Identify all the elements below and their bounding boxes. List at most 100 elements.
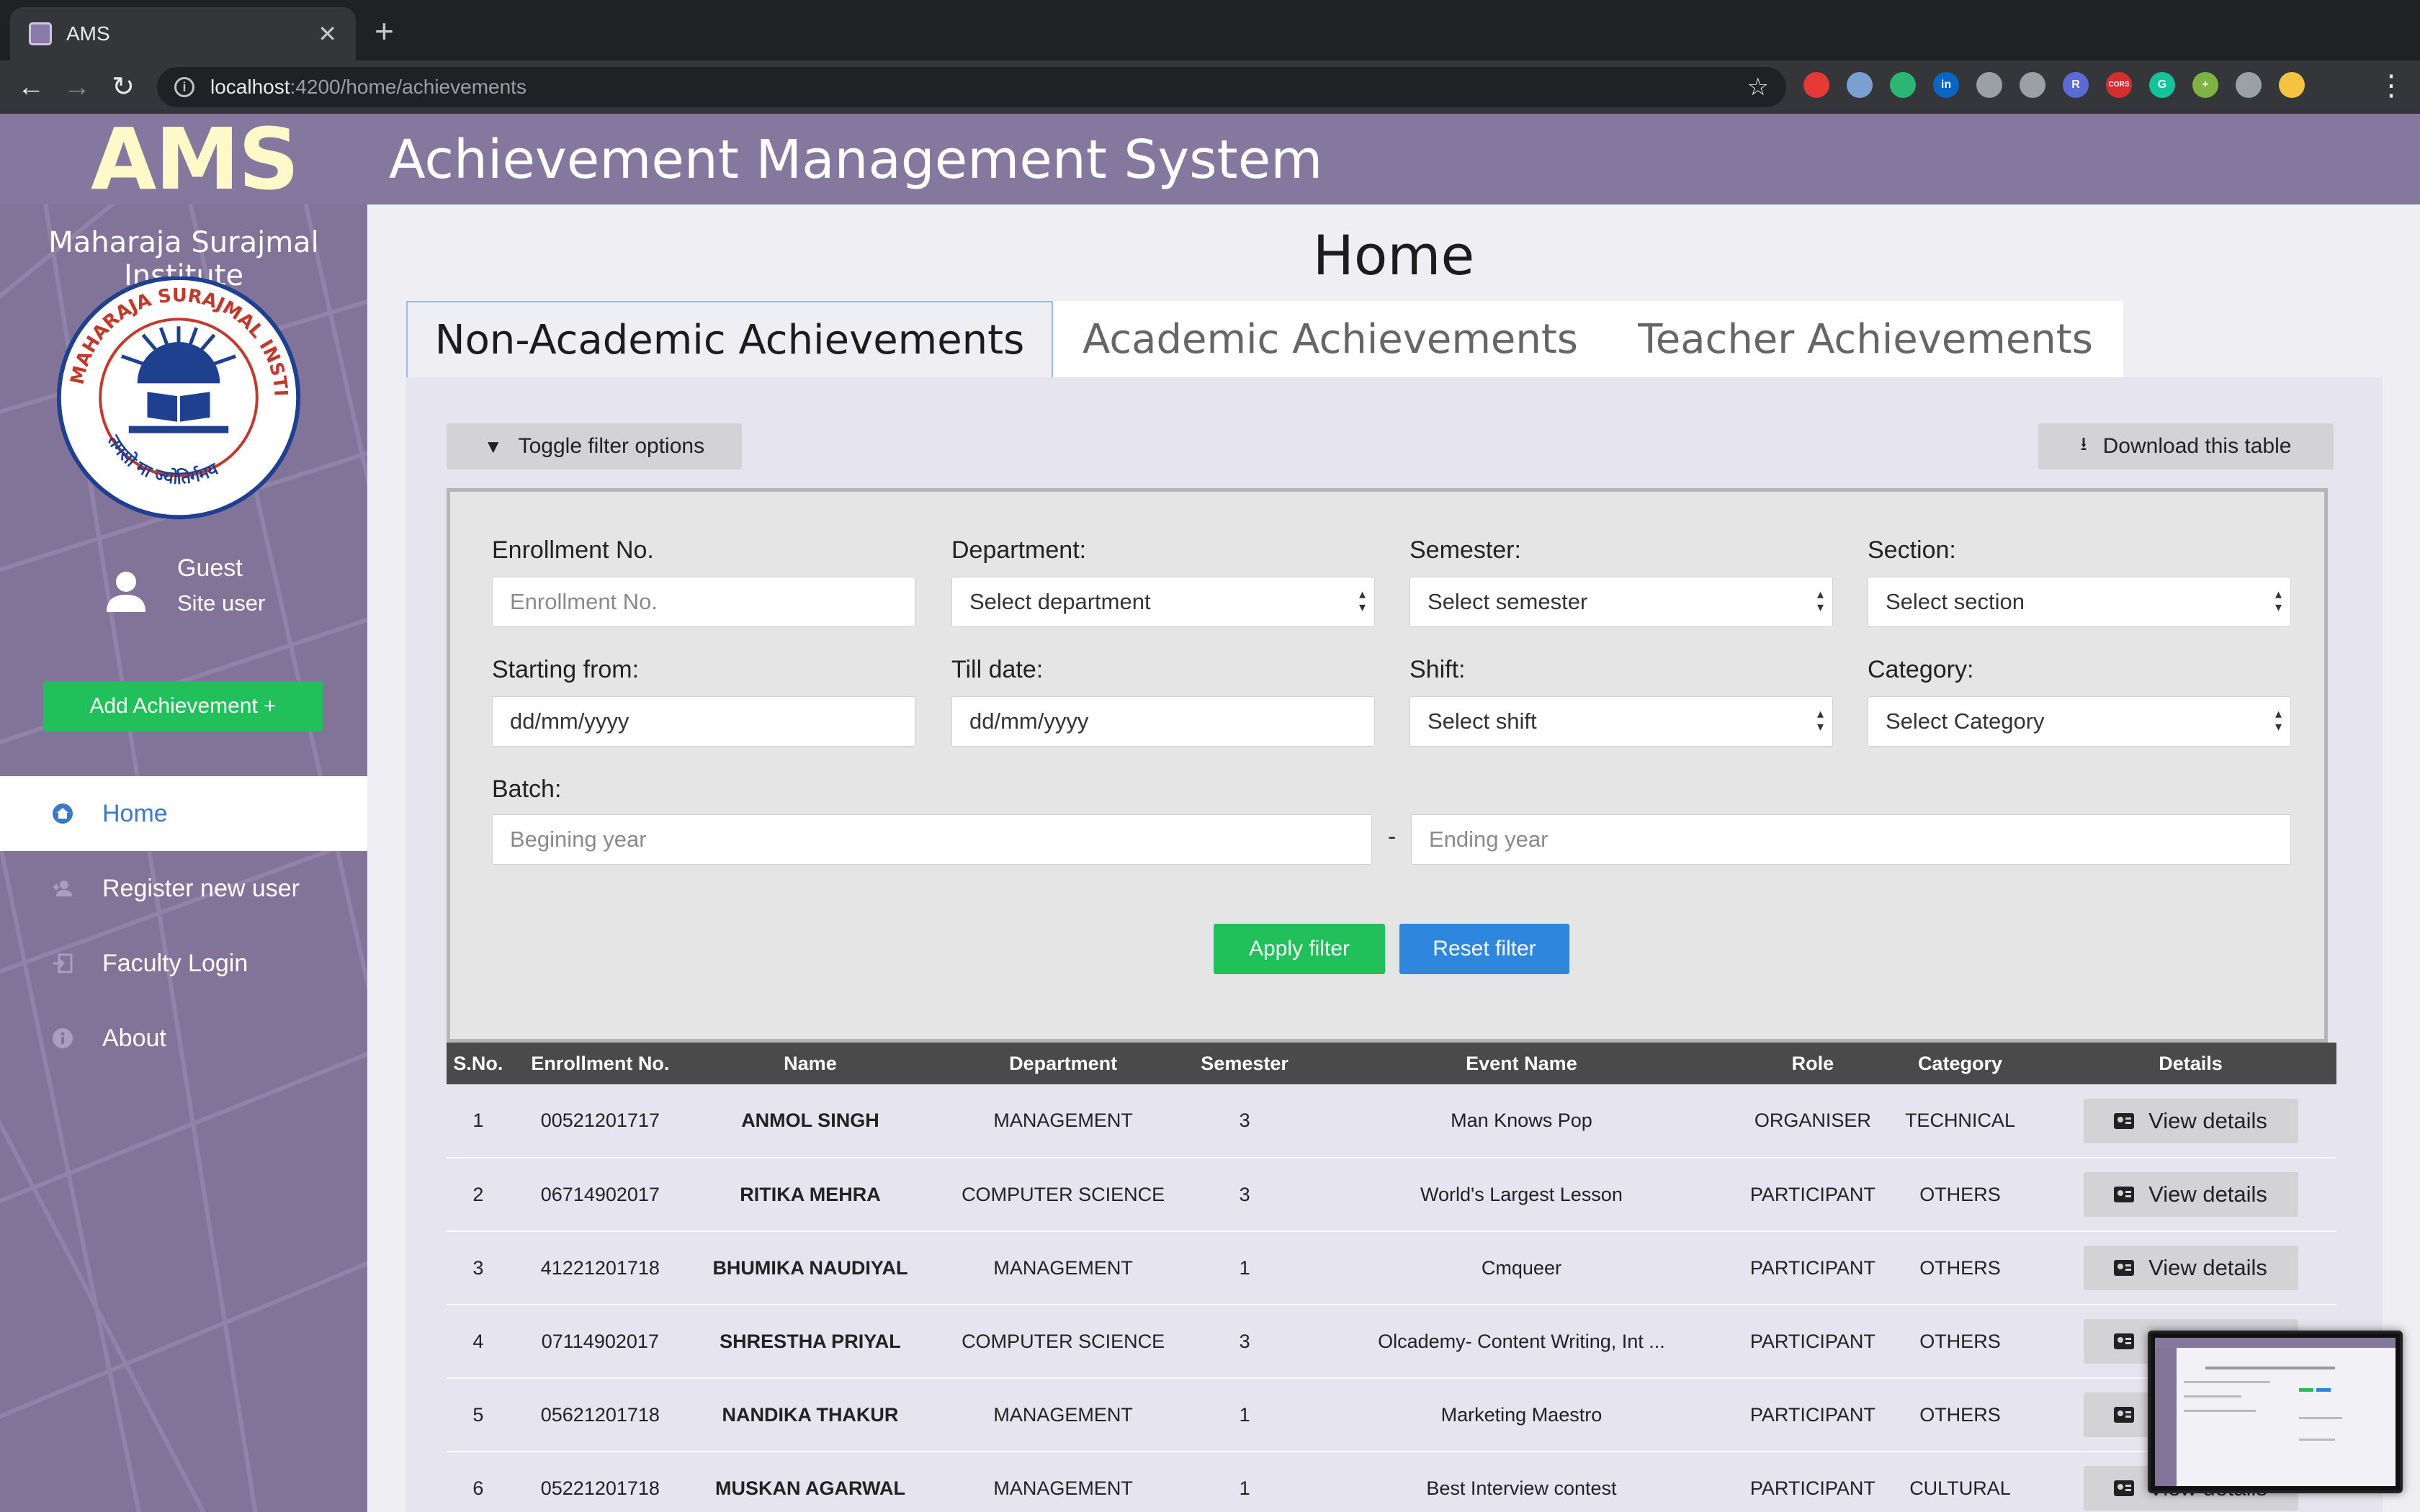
- cell-category: OTHERS: [1875, 1158, 2045, 1232]
- cell-enrollment: 06714902017: [509, 1158, 691, 1232]
- table-row: 1 00521201717 ANMOL SINGH MANAGEMENT 3 Man Kn…: [447, 1084, 2336, 1158]
- browser-tab[interactable]: AMS ✕: [10, 7, 356, 60]
- site-info-icon[interactable]: i: [174, 77, 194, 97]
- column-header[interactable]: Semester: [1196, 1043, 1294, 1084]
- table-row: 3 41221201718 BHUMIKA NAUDIYAL MANAGEMENT 1 C…: [447, 1231, 2336, 1305]
- cell-role: PARTICIPANT: [1749, 1231, 1876, 1305]
- close-tab-icon[interactable]: ✕: [318, 20, 337, 48]
- cell-enrollment: 41221201718: [509, 1231, 691, 1305]
- screenshot-preview-thumbnail[interactable]: [2148, 1331, 2403, 1493]
- cell-sno: 5: [447, 1378, 510, 1452]
- cell-name: NANDIKA THAKUR: [690, 1378, 930, 1452]
- plus-extension-icon[interactable]: +: [2192, 72, 2218, 98]
- forward-arrow-icon[interactable]: →: [58, 68, 97, 107]
- cell-department: MANAGEMENT: [930, 1378, 1197, 1452]
- column-header[interactable]: Details: [2045, 1043, 2336, 1084]
- view-details-button[interactable]: View details: [2083, 1246, 2298, 1290]
- sidebar: Maharaja Surajmal Institute MAHARAJA SUR…: [0, 204, 367, 1512]
- id-card-icon: [2114, 1112, 2135, 1129]
- profile-avatar-icon[interactable]: [2279, 72, 2305, 98]
- cell-enrollment: 05621201718: [509, 1378, 691, 1452]
- cell-department: COMPUTER SCIENCE: [930, 1158, 1197, 1232]
- column-header[interactable]: S.No.: [447, 1043, 510, 1084]
- cell-category: OTHERS: [1875, 1305, 2045, 1379]
- cell-role: PARTICIPANT: [1749, 1452, 1876, 1512]
- favicon-icon: [29, 22, 52, 45]
- stop-extension-icon[interactable]: [1803, 72, 1829, 98]
- sidebar-item-about[interactable]: About: [0, 1001, 367, 1076]
- sidebar-item-register[interactable]: Register new user: [0, 851, 367, 926]
- column-header[interactable]: Department: [930, 1043, 1197, 1084]
- add-achievement-button[interactable]: Add Achievement +: [43, 681, 323, 732]
- sidebar-item-label: Home: [102, 799, 168, 827]
- cell-details: View details: [2045, 1158, 2336, 1232]
- cors-extension-icon[interactable]: CORS: [2106, 72, 2132, 98]
- grammarly-extension-icon[interactable]: G: [2149, 72, 2175, 98]
- shield-extension-icon[interactable]: [1847, 72, 1873, 98]
- table-row: 5 05621201718 NANDIKA THAKUR MANAGEMENT 1 Mar…: [447, 1378, 2336, 1452]
- view-details-button[interactable]: View details: [2083, 1098, 2298, 1143]
- sidebar-item-faculty-login[interactable]: Faculty Login: [0, 926, 367, 1001]
- id-card-icon: [2114, 1260, 2135, 1276]
- cell-department: COMPUTER SCIENCE: [930, 1305, 1197, 1379]
- login-icon: [53, 953, 73, 973]
- cell-role: ORGANISER: [1749, 1084, 1876, 1158]
- view-details-label: View details: [2148, 1182, 2267, 1207]
- cell-semester: 1: [1196, 1452, 1294, 1512]
- table-header-row: S.No. Enrollment No. Name Department Sem…: [447, 1043, 2336, 1084]
- view-details-label: View details: [2148, 1255, 2267, 1280]
- cell-event: Olcademy- Content Writing, Int ...: [1293, 1305, 1750, 1379]
- cell-semester: 3: [1196, 1084, 1294, 1158]
- cell-sno: 2: [447, 1158, 510, 1232]
- badge-extension-icon[interactable]: R: [2063, 72, 2089, 98]
- cell-name: RITIKA MEHRA: [690, 1158, 930, 1232]
- cell-sno: 3: [447, 1231, 510, 1305]
- column-header[interactable]: Enrollment No.: [509, 1043, 691, 1084]
- gear-extension-icon[interactable]: [1976, 72, 2002, 98]
- cell-semester: 1: [1196, 1378, 1294, 1452]
- cell-role: PARTICIPANT: [1749, 1305, 1876, 1379]
- cell-enrollment: 07114902017: [509, 1305, 691, 1379]
- linkedin-extension-icon[interactable]: in: [1933, 72, 1959, 98]
- home-icon: [53, 804, 73, 824]
- user-role: Site user: [177, 590, 266, 616]
- app-logo[interactable]: AMS: [91, 117, 300, 202]
- achievements-table: S.No. Enrollment No. Name Department Sem…: [447, 1043, 2336, 1512]
- chat-extension-icon[interactable]: [1890, 72, 1916, 98]
- column-header[interactable]: Role: [1749, 1043, 1876, 1084]
- browser-tab-title: AMS: [66, 22, 110, 45]
- column-header[interactable]: Name: [690, 1043, 930, 1084]
- url-text[interactable]: localhost:4200/home/achievements: [210, 76, 526, 99]
- column-header[interactable]: Category: [1875, 1043, 2045, 1084]
- cell-event: Marketing Maestro: [1293, 1378, 1750, 1452]
- cell-role: PARTICIPANT: [1749, 1378, 1876, 1452]
- browser-toolbar: ← → ↻ i localhost:4200/home/achievements…: [0, 60, 2420, 114]
- lens-extension-icon[interactable]: [2020, 72, 2045, 98]
- browser-menu-icon[interactable]: ⋮: [2377, 69, 2406, 102]
- back-arrow-icon[interactable]: ←: [12, 68, 50, 107]
- cell-name: SHRESTHA PRIYAL: [690, 1305, 930, 1379]
- reload-icon[interactable]: ↻: [104, 68, 143, 107]
- table-row: 6 05221201718 MUSKAN AGARWAL MANAGEMENT 1 Bes…: [447, 1452, 2336, 1512]
- sidebar-item-home[interactable]: Home: [0, 776, 367, 851]
- info-icon: [53, 1028, 73, 1048]
- cell-category: CULTURAL: [1875, 1452, 2045, 1512]
- new-tab-icon[interactable]: +: [375, 14, 394, 48]
- table-row: 2 06714902017 RITIKA MEHRA COMPUTER SCIENCE…: [447, 1158, 2336, 1232]
- column-header[interactable]: Event Name: [1293, 1043, 1750, 1084]
- url-host: localhost: [210, 76, 290, 98]
- bookmark-star-icon[interactable]: ☆: [1747, 73, 1769, 102]
- cell-category: OTHERS: [1875, 1231, 2045, 1305]
- add-user-icon: [53, 881, 72, 896]
- table-body: 1 00521201717 ANMOL SINGH MANAGEMENT 3 Man Kn…: [447, 1084, 2336, 1512]
- cell-name: BHUMIKA NAUDIYAL: [690, 1231, 930, 1305]
- address-bar[interactable]: i localhost:4200/home/achievements ☆: [157, 67, 1786, 107]
- cell-sno: 1: [447, 1084, 510, 1158]
- cell-event: Cmqueer: [1293, 1231, 1750, 1305]
- app-title: Achievement Management System: [389, 129, 1323, 191]
- view-details-label: View details: [2148, 1107, 2267, 1133]
- cell-enrollment: 05221201718: [509, 1452, 691, 1512]
- view-details-button[interactable]: View details: [2083, 1172, 2298, 1217]
- calendar-extension-icon[interactable]: [2236, 72, 2262, 98]
- id-card-icon: [2114, 1187, 2135, 1202]
